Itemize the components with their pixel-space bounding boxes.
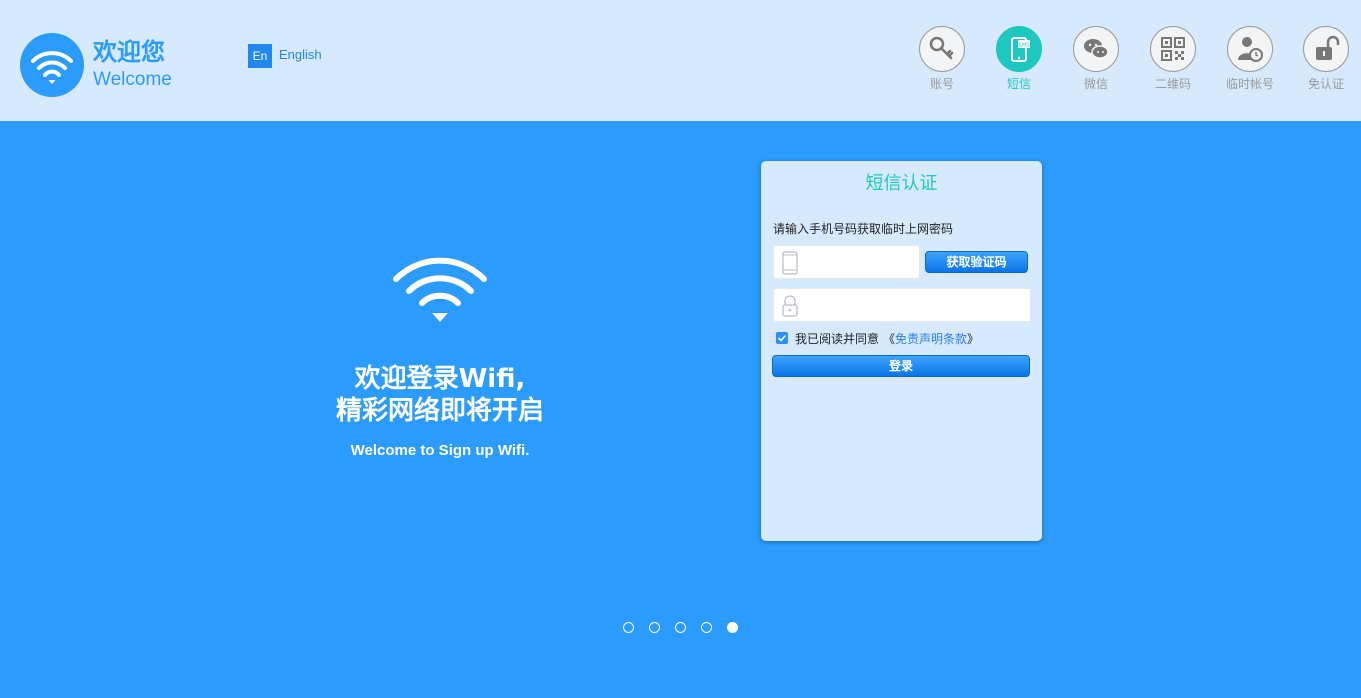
phone-input[interactable] — [808, 248, 916, 276]
logo-title: 欢迎您 — [93, 38, 165, 66]
tab-temp-account[interactable]: 临时帐号 — [1220, 26, 1280, 92]
password-field[interactable] — [773, 288, 1031, 322]
tab-no-auth-label: 免认证 — [1307, 77, 1344, 91]
tab-sms-label: 短信 — [1006, 77, 1031, 91]
svg-text:SMS: SMS — [1019, 43, 1030, 49]
lock-icon — [780, 294, 800, 322]
tab-no-auth[interactable]: 免认证 — [1296, 26, 1356, 92]
quote-open: 《 — [883, 331, 896, 346]
logo-subtitle: Welcome — [93, 69, 172, 90]
qrcode-icon — [1150, 26, 1196, 72]
tab-qrcode[interactable]: 二维码 — [1143, 26, 1203, 92]
hero-subtitle: Welcome to Sign up Wifi. — [350, 442, 530, 459]
header: 欢迎您 Welcome En English 账号 SMS 短信 微信 二维码 … — [0, 0, 1361, 121]
language-badge[interactable]: En — [248, 44, 272, 68]
carousel-indicators — [623, 622, 753, 633]
carousel-dot-active[interactable] — [727, 622, 738, 633]
wifi-icon — [390, 255, 490, 329]
wifi-logo-icon — [20, 33, 84, 97]
tab-wechat-label: 微信 — [1083, 77, 1108, 91]
key-icon — [919, 26, 965, 72]
agree-label: 我已阅读并同意 — [795, 331, 880, 346]
tab-qrcode-label: 二维码 — [1154, 77, 1191, 91]
card-hint: 请输入手机号码获取临时上网密码 — [773, 222, 954, 236]
wechat-icon — [1073, 26, 1119, 72]
sms-phone-icon: SMS — [996, 26, 1042, 72]
sms-auth-card: 短信认证 请输入手机号码获取临时上网密码 获取验证码 我已阅读并同意 《 免责声… — [761, 161, 1042, 541]
hero-title-line1: 欢迎登录Wifi, — [354, 364, 526, 394]
get-code-button[interactable]: 获取验证码 — [925, 251, 1028, 273]
phone-field[interactable] — [773, 245, 920, 279]
login-button[interactable]: 登录 — [772, 355, 1030, 377]
carousel-dot[interactable] — [623, 622, 634, 633]
unlock-icon — [1303, 26, 1349, 72]
tab-account[interactable]: 账号 — [912, 26, 972, 92]
temp-user-icon — [1227, 26, 1273, 72]
tab-wechat[interactable]: 微信 — [1066, 26, 1126, 92]
agree-checkbox[interactable] — [776, 332, 788, 344]
language-switch-link[interactable]: English — [279, 47, 322, 62]
phone-icon — [780, 251, 800, 279]
hero-title-line2: 精彩网络即将开启 — [335, 396, 544, 426]
tab-temp-account-label: 临时帐号 — [1225, 77, 1274, 91]
carousel-dot[interactable] — [701, 622, 712, 633]
tab-sms[interactable]: SMS 短信 — [989, 26, 1049, 92]
password-input[interactable] — [808, 291, 1028, 319]
quote-close: 》 — [967, 331, 980, 346]
card-title: 短信认证 — [865, 173, 938, 194]
agreement-row: 我已阅读并同意 《 免责声明条款 》 — [776, 330, 979, 346]
carousel-dot[interactable] — [675, 622, 686, 633]
disclaimer-link[interactable]: 免责声明条款 — [895, 330, 967, 347]
tab-account-label: 账号 — [929, 77, 954, 91]
carousel-dot[interactable] — [649, 622, 660, 633]
